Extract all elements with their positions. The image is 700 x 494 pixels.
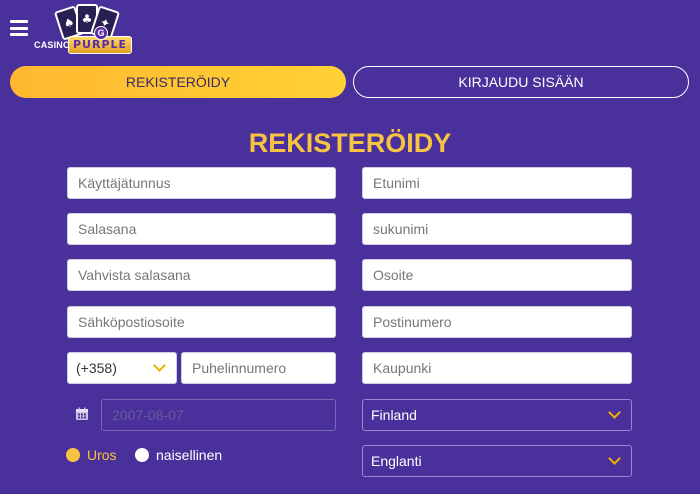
username-input[interactable]: Käyttäjätunnus bbox=[67, 167, 336, 199]
gender-female-radio[interactable]: naisellinen bbox=[135, 447, 222, 463]
logo-casino-text: CASINO bbox=[34, 40, 71, 50]
email-input[interactable]: Sähköpostiosoite bbox=[67, 306, 336, 338]
birthdate-input[interactable]: 2007-08-07 bbox=[101, 399, 336, 431]
language-select[interactable]: Englanti bbox=[362, 445, 632, 477]
radio-selected-icon bbox=[66, 448, 80, 462]
password-input[interactable]: Salasana bbox=[67, 213, 336, 245]
firstname-input[interactable]: Etunimi bbox=[362, 167, 632, 199]
phone-prefix-value: (+358) bbox=[76, 360, 117, 376]
lastname-input[interactable]: sukunimi bbox=[362, 213, 632, 245]
casino-purple-logo[interactable]: ♠ ♣ ✦ CASINO PURPLE G bbox=[34, 2, 142, 58]
gender-male-radio[interactable]: Uros bbox=[66, 447, 117, 463]
language-value: Englanti bbox=[371, 453, 422, 469]
country-select[interactable]: Finland bbox=[362, 399, 632, 431]
form-title: REKISTERÖIDY bbox=[248, 128, 452, 158]
chevron-down-icon bbox=[153, 359, 166, 372]
birthdate-group: 2007-08-07 bbox=[67, 399, 336, 431]
chevron-down-icon bbox=[608, 452, 621, 465]
phone-input[interactable]: Puhelinnumero bbox=[181, 352, 336, 384]
confirm-password-input[interactable]: Vahvista salasana bbox=[67, 259, 336, 291]
logo-g-badge: G bbox=[94, 26, 108, 40]
address-input[interactable]: Osoite bbox=[362, 259, 632, 291]
country-value: Finland bbox=[371, 407, 417, 423]
gender-male-label: Uros bbox=[87, 447, 117, 463]
city-input[interactable]: Kaupunki bbox=[362, 352, 632, 384]
tab-login[interactable]: KIRJAUDU SISÄÄN bbox=[353, 66, 689, 98]
calendar-icon[interactable] bbox=[75, 407, 89, 421]
header: ♠ ♣ ✦ CASINO PURPLE G bbox=[0, 0, 700, 60]
postcode-input[interactable]: Postinumero bbox=[362, 306, 632, 338]
radio-empty-icon bbox=[135, 448, 149, 462]
gender-female-label: naisellinen bbox=[156, 447, 223, 463]
chevron-down-icon bbox=[608, 406, 621, 419]
tab-register[interactable]: REKISTERÖIDY bbox=[10, 66, 346, 98]
phone-prefix-select[interactable]: (+358) bbox=[67, 352, 177, 384]
hamburger-menu-icon[interactable] bbox=[10, 20, 28, 36]
